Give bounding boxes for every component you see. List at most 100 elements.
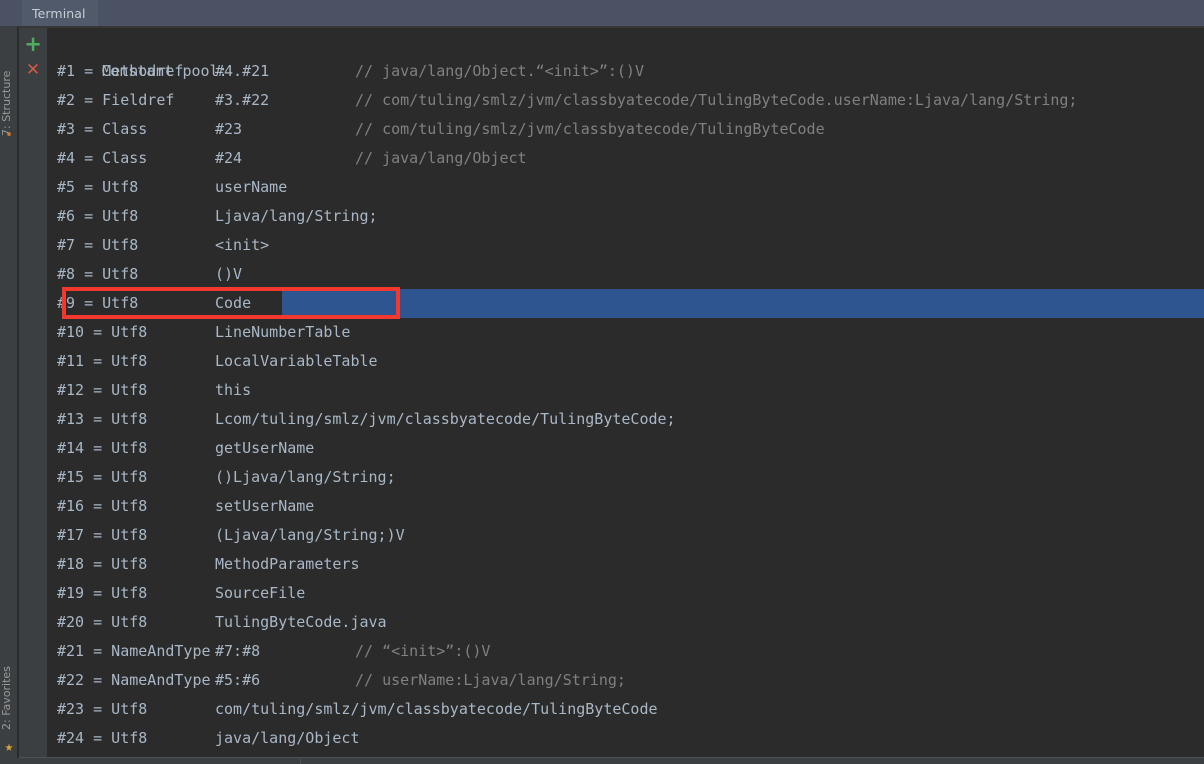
constant-pool-entry-value: this <box>215 381 252 399</box>
constant-pool-entry-value: Ljava/lang/String; <box>215 207 378 225</box>
console-header-line: Constant pool: <box>47 28 1204 80</box>
constant-pool-entry-value: userName <box>215 178 288 196</box>
console-row[interactable]: #15 = Utf8 ()Ljava/lang/String; <box>47 463 1204 492</box>
console-row-content: #7 = Utf8 <init> <box>47 236 269 254</box>
status-bar-divider <box>300 758 301 764</box>
tool-window-tabbar: Terminal <box>0 0 1204 26</box>
constant-pool-entry-value: setUserName <box>215 497 315 515</box>
console-row-content: #8 = Utf8 ()V <box>47 265 242 283</box>
constant-pool-entry-value: java/lang/Object <box>215 729 360 747</box>
tab-terminal-label: Terminal <box>32 5 86 21</box>
constant-pool-entry-value: #4.#21 <box>215 62 270 80</box>
constant-pool-entry-value: #23 <box>215 120 243 138</box>
close-session-button[interactable]: ✕ <box>23 60 43 80</box>
console-row[interactable]: #6 = Utf8 Ljava/lang/String; <box>47 202 1204 231</box>
console-row[interactable]: #17 = Utf8 (Ljava/lang/String;)V <box>47 521 1204 550</box>
constant-pool-entry-value: com/tuling/smlz/jvm/classbyatecode/Tulin… <box>215 700 658 718</box>
constant-pool-entry-comment: // com/tuling/smlz/jvm/classbyatecode/Tu… <box>355 91 1078 109</box>
left-tool-strip: 7: Structure • 2: Favorites ★ <box>0 26 18 764</box>
console-row[interactable]: #9 = Utf8 Code <box>47 289 1204 318</box>
console-row[interactable]: #1 = Methodref #4.#21 // java/lang/Object.… <box>47 57 1204 86</box>
console-row[interactable]: #13 = Utf8 Lcom/tuling/smlz/jvm/classbyat… <box>47 405 1204 434</box>
constant-pool-entry-index: #20 = Utf8 <box>57 613 148 631</box>
console-row[interactable]: #16 = Utf8 setUserName <box>47 492 1204 521</box>
console-row[interactable]: #21 = NameAndType #7:#8 // “<init>”:()V <box>47 637 1204 666</box>
constant-pool-entry-index: #13 = Utf8 <box>57 410 148 428</box>
constant-pool-entry-index: #5 = Utf8 <box>57 178 139 196</box>
console-row-content: #17 = Utf8 (Ljava/lang/String;)V <box>47 526 405 544</box>
plus-icon: + <box>24 31 42 56</box>
constant-pool-entry-comment: // java/lang/Object <box>355 149 527 167</box>
console-row[interactable]: #18 = Utf8 MethodParameters <box>47 550 1204 579</box>
constant-pool-entry-value: TulingByteCode.java <box>215 613 387 631</box>
constant-pool-entry-value: LocalVariableTable <box>215 352 378 370</box>
constant-pool-entry-index: #11 = Utf8 <box>57 352 148 370</box>
console-row[interactable]: #20 = Utf8 TulingByteCode.java <box>47 608 1204 637</box>
console-row[interactable]: #23 = Utf8 com/tuling/smlz/jvm/classbyate… <box>47 695 1204 724</box>
console-row-content: #6 = Utf8 Ljava/lang/String; <box>47 207 378 225</box>
constant-pool-entry-index: #14 = Utf8 <box>57 439 148 457</box>
console-row-content: #23 = Utf8 com/tuling/smlz/jvm/classbyate… <box>47 700 658 718</box>
console-row[interactable]: #14 = Utf8 getUserName <box>47 434 1204 463</box>
console-row-content: #13 = Utf8 Lcom/tuling/smlz/jvm/classbyat… <box>47 410 676 428</box>
constant-pool-entry-index: #1 = Methodref <box>57 62 184 80</box>
console-row-content: #19 = Utf8 SourceFile <box>47 584 305 602</box>
constant-pool-entry-comment: // com/tuling/smlz/jvm/classbyatecode/Tu… <box>355 120 825 138</box>
console-row[interactable]: #22 = NameAndType #5:#6 // userName:Ljava/… <box>47 666 1204 695</box>
constant-pool-entry-index: #3 = Class <box>57 120 148 138</box>
constant-pool-entry-index: #7 = Utf8 <box>57 236 139 254</box>
tab-terminal[interactable]: Terminal <box>22 0 98 26</box>
close-icon: ✕ <box>25 59 41 80</box>
console-row[interactable]: #10 = Utf8 LineNumberTable <box>47 318 1204 347</box>
console-row-content: #16 = Utf8 setUserName <box>47 497 314 515</box>
console-row-content: #3 = Class #23 // com/tuling/smlz/jvm/clas… <box>47 120 825 138</box>
console-row-content: #24 = Utf8 java/lang/Object <box>47 729 360 747</box>
console-row[interactable]: #5 = Utf8 userName <box>47 173 1204 202</box>
console-row[interactable]: #8 = Utf8 ()V <box>47 260 1204 289</box>
constant-pool-entry-comment: // “<init>”:()V <box>355 642 491 660</box>
console-row[interactable]: #4 = Class #24 // java/lang/Object <box>47 144 1204 173</box>
console-row-content: #10 = Utf8 LineNumberTable <box>47 323 350 341</box>
sidebar-item-favorites[interactable]: 2: Favorites <box>0 620 18 730</box>
console-row-content: #5 = Utf8 userName <box>47 178 287 196</box>
status-bar <box>0 758 1204 764</box>
console-row[interactable]: #7 = Utf8 <init> <box>47 231 1204 260</box>
console-row-content: #2 = Fieldref #3.#22 // com/tuling/smlz/jv… <box>47 91 1077 109</box>
constant-pool-entry-index: #9 = Utf8 <box>57 294 139 312</box>
console-row[interactable]: #19 = Utf8 SourceFile <box>47 579 1204 608</box>
console-row-content: #1 = Methodref #4.#21 // java/lang/Object.… <box>47 62 644 80</box>
sidebar-item-structure[interactable]: 7: Structure <box>0 26 18 136</box>
constant-pool-entry-value: (Ljava/lang/String;)V <box>215 526 405 544</box>
constant-pool-entry-value: #24 <box>215 149 243 167</box>
constant-pool-entry-index: #16 = Utf8 <box>57 497 148 515</box>
console-row[interactable]: #2 = Fieldref #3.#22 // com/tuling/smlz/jv… <box>47 86 1204 115</box>
row-selection-highlight <box>282 289 1204 318</box>
console-row[interactable]: #24 = Utf8 java/lang/Object <box>47 724 1204 753</box>
console-row[interactable]: #3 = Class #23 // com/tuling/smlz/jvm/clas… <box>47 115 1204 144</box>
constant-pool-entry-value: #7:#8 <box>215 642 261 660</box>
constant-pool-entry-index: #12 = Utf8 <box>57 381 148 399</box>
terminal-output[interactable]: Constant pool: #1 = Methodref #4.#21 // ja… <box>47 28 1204 758</box>
console-row[interactable]: #11 = Utf8 LocalVariableTable <box>47 347 1204 376</box>
console-row-content: #15 = Utf8 ()Ljava/lang/String; <box>47 468 396 486</box>
constant-pool-entry-index: #23 = Utf8 <box>57 700 148 718</box>
constant-pool-entry-index: #8 = Utf8 <box>57 265 139 283</box>
star-icon: ★ <box>4 739 14 755</box>
terminal-window: Terminal 7: Structure • 2: Favorites ★ +… <box>0 0 1204 764</box>
constant-pool-entry-value: <init> <box>215 236 270 254</box>
new-session-button[interactable]: + <box>23 31 43 56</box>
constant-pool-entry-comment: // java/lang/Object.“<init>”:()V <box>355 62 644 80</box>
constant-pool-entry-index: #10 = Utf8 <box>57 323 148 341</box>
constant-pool-entry-comment: // userName:Ljava/lang/String; <box>355 671 626 689</box>
structure-icon: • <box>5 128 13 143</box>
constant-pool-entry-index: #6 = Utf8 <box>57 207 139 225</box>
console-row[interactable]: #12 = Utf8 this <box>47 376 1204 405</box>
constant-pool-entry-index: #17 = Utf8 <box>57 526 148 544</box>
console-row-content: #9 = Utf8 Code <box>47 294 251 312</box>
constant-pool-entry-value: Lcom/tuling/smlz/jvm/classbyatecode/Tuli… <box>215 410 676 428</box>
console-row-content: #12 = Utf8 this <box>47 381 251 399</box>
console-row-content: #14 = Utf8 getUserName <box>47 439 314 457</box>
constant-pool-entry-value: LineNumberTable <box>215 323 351 341</box>
console-row-content: #18 = Utf8 MethodParameters <box>47 555 360 573</box>
console-row-content: #4 = Class #24 // java/lang/Object <box>47 149 527 167</box>
